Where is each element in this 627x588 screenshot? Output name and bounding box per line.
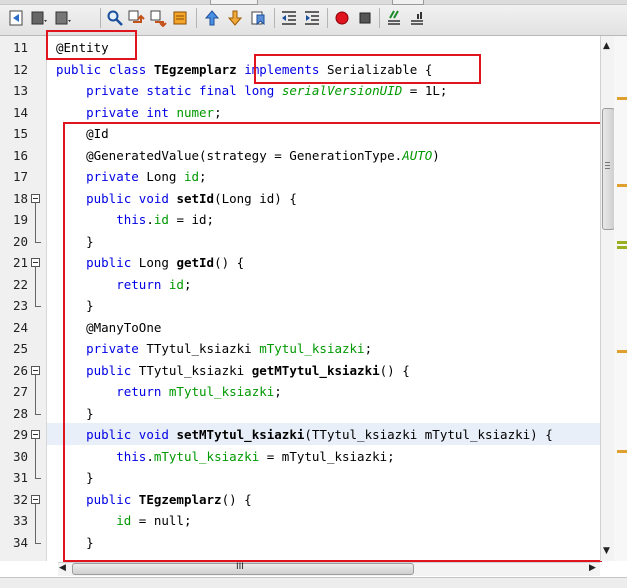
scroll-left-arrow-icon[interactable]: ◀ bbox=[59, 563, 66, 573]
line-number: 21 bbox=[12, 255, 28, 270]
fold-guide bbox=[35, 202, 36, 242]
fold-toggle-icon[interactable] bbox=[31, 430, 40, 439]
code-token: ; bbox=[214, 104, 222, 120]
line-number-gutter: 11 12 13 14 15 16 17 18 19 20 21 22 23 24 25 26 27 28 29 30… bbox=[0, 36, 47, 561]
fold-guide bbox=[35, 503, 36, 543]
comment-icon[interactable] bbox=[385, 9, 403, 27]
toolbar-separator bbox=[327, 8, 328, 28]
line-number: 14 bbox=[12, 104, 28, 120]
last-edit-icon[interactable] bbox=[30, 9, 48, 27]
scroll-grip bbox=[605, 168, 610, 169]
line-number: 26 bbox=[12, 362, 28, 378]
code-token: final bbox=[199, 83, 237, 98]
fold-toggle-icon[interactable] bbox=[31, 193, 40, 203]
shift-left-icon[interactable] bbox=[280, 9, 298, 27]
status-strip bbox=[0, 577, 627, 588]
annotation-marker[interactable] bbox=[617, 450, 627, 453]
find-next-icon[interactable] bbox=[149, 9, 167, 27]
next-bookmark-icon[interactable] bbox=[226, 9, 244, 27]
code-token: numer bbox=[176, 104, 215, 120]
toolbar-separator bbox=[196, 8, 197, 28]
line-number: 32 bbox=[12, 491, 28, 507]
tab-strip bbox=[0, 0, 627, 5]
forward-icon[interactable] bbox=[54, 9, 72, 27]
scroll-up-arrow-icon[interactable]: ▲ bbox=[603, 41, 610, 51]
annotation-marker[interactable] bbox=[617, 97, 627, 100]
code-token: = 1L; bbox=[402, 83, 448, 98]
line-number: 23 bbox=[12, 298, 28, 313]
fold-toggle-icon[interactable] bbox=[31, 365, 40, 375]
line-number: 34 bbox=[12, 534, 28, 550]
implements-serializable-box bbox=[254, 54, 481, 84]
fold-end bbox=[35, 241, 41, 243]
line-number: 20 bbox=[12, 233, 28, 249]
tab-stub[interactable] bbox=[392, 0, 424, 5]
error-stripe[interactable] bbox=[614, 36, 627, 561]
line-number: 17 bbox=[12, 169, 28, 184]
fold-end bbox=[35, 413, 41, 415]
line-number: 24 bbox=[12, 319, 28, 335]
fold-toggle-icon[interactable] bbox=[31, 494, 40, 504]
annotation-marker[interactable] bbox=[617, 246, 627, 249]
line-number: 28 bbox=[12, 405, 28, 421]
line-number: 15 bbox=[12, 126, 28, 141]
code-token: TEgzemplarz bbox=[153, 61, 237, 77]
class-body-box bbox=[63, 122, 602, 562]
shift-right-icon[interactable] bbox=[303, 9, 321, 27]
back-source-icon[interactable] bbox=[8, 9, 26, 27]
line-number: 30 bbox=[12, 448, 28, 464]
find-previous-icon[interactable] bbox=[127, 9, 145, 27]
stop-macro-icon[interactable] bbox=[356, 9, 374, 27]
code-token: public bbox=[56, 61, 102, 77]
line-number: 31 bbox=[12, 470, 28, 485]
line-number: 29 bbox=[12, 427, 28, 442]
toggle-highlight-icon[interactable] bbox=[171, 9, 189, 27]
code-token: long bbox=[244, 83, 275, 98]
line-number: 18 bbox=[12, 190, 28, 206]
previous-bookmark-icon[interactable] bbox=[203, 9, 221, 27]
toolbar-separator bbox=[274, 8, 275, 28]
find-icon[interactable] bbox=[106, 9, 124, 27]
code-line[interactable]: private int numer; bbox=[56, 102, 222, 124]
toggle-bookmark-icon[interactable] bbox=[249, 9, 267, 27]
fold-guide bbox=[35, 439, 36, 478]
fold-end bbox=[35, 306, 41, 307]
toolbar-separator bbox=[100, 8, 101, 28]
line-number: 12 bbox=[12, 61, 28, 77]
line-number: 33 bbox=[12, 513, 28, 528]
scroll-right-arrow-icon[interactable]: ▶ bbox=[589, 563, 596, 573]
line-number: 11 bbox=[12, 40, 28, 55]
code-token: serialVersionUID bbox=[281, 83, 403, 98]
line-number: 25 bbox=[12, 341, 28, 356]
code-token: private bbox=[86, 104, 139, 120]
toolbar-separator bbox=[379, 8, 380, 28]
annotation-marker[interactable] bbox=[617, 241, 627, 244]
fold-end bbox=[35, 542, 41, 544]
fold-end bbox=[35, 478, 41, 479]
scroll-grip bbox=[605, 162, 610, 163]
line-number: 13 bbox=[12, 83, 28, 98]
fold-guide bbox=[35, 374, 36, 414]
fold-guide bbox=[35, 267, 36, 306]
tab-stub[interactable] bbox=[210, 0, 258, 5]
annotation-marker[interactable] bbox=[617, 350, 627, 353]
scroll-grip bbox=[605, 165, 610, 166]
fold-toggle-icon[interactable] bbox=[31, 258, 40, 267]
entity-annotation-box bbox=[46, 30, 137, 60]
uncomment-icon[interactable] bbox=[408, 9, 426, 27]
scroll-down-arrow-icon[interactable]: ▼ bbox=[603, 546, 610, 556]
start-macro-icon[interactable] bbox=[333, 9, 351, 27]
line-number: 19 bbox=[12, 212, 28, 227]
code-token: int bbox=[146, 104, 169, 120]
line-number: 27 bbox=[12, 384, 28, 399]
h-thumb-grip: III bbox=[236, 562, 244, 572]
annotation-marker[interactable] bbox=[617, 184, 627, 187]
line-number: 22 bbox=[12, 276, 28, 292]
code-token: class bbox=[108, 61, 147, 77]
code-token: private bbox=[86, 83, 139, 98]
code-token: static bbox=[146, 83, 192, 98]
line-number: 16 bbox=[12, 147, 28, 163]
